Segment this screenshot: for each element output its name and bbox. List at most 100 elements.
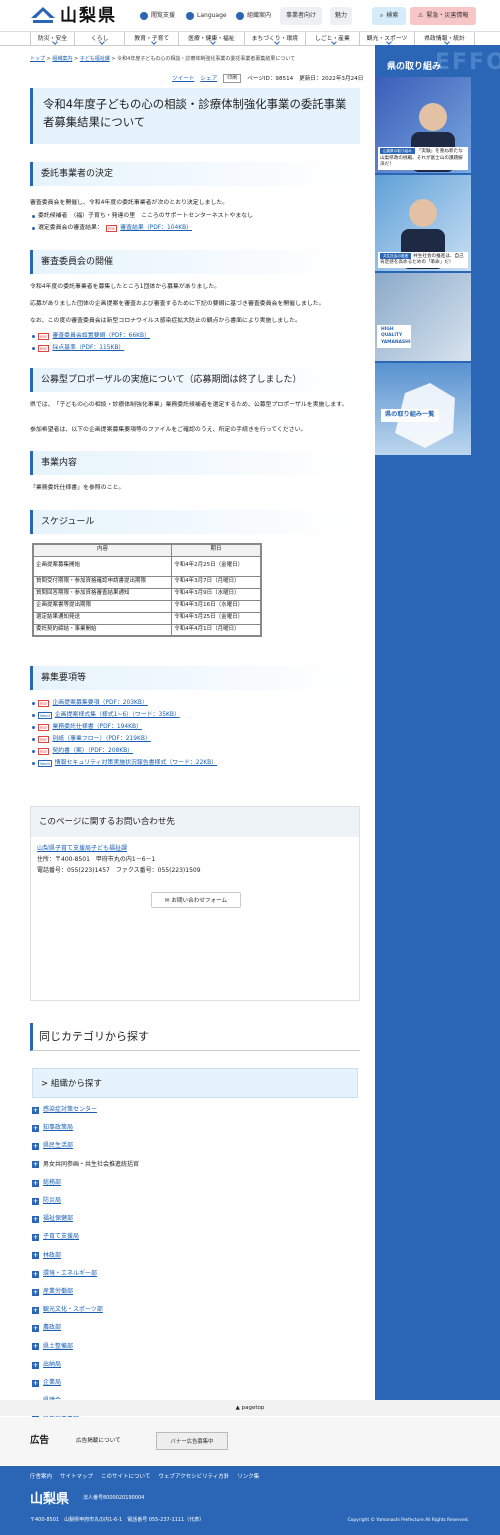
expand-icon[interactable]: + [32,1216,39,1224]
banner-ad-button[interactable]: バナー広告募集中 [156,1432,228,1450]
nav-item[interactable]: 観光・スポーツ [358,32,414,45]
org-link[interactable]: 感染症対策センター [43,1106,97,1115]
footer-link[interactable]: サイトマップ [60,1474,93,1482]
result-pdf-link[interactable]: 審査結果（PDF：104KB） [120,224,192,233]
expand-icon[interactable]: + [32,1270,39,1278]
table-cell: 令和4年3月25日（金曜日） [171,611,262,625]
search-button[interactable]: ⌕ 検索 [372,7,407,25]
expand-icon[interactable]: + [32,1325,39,1333]
nav-item[interactable]: 県政情報・統計 [414,32,475,45]
org-list-item[interactable]: + 企業局 [32,1379,61,1388]
org-link[interactable]: 県土整備部 [43,1343,73,1352]
org-list-item[interactable]: + 福祉保健部 [32,1215,73,1224]
org-list-item[interactable]: + 男女共同参画・共生社会推進統括官 [32,1161,139,1170]
document-link[interactable]: 契約書（案）（PDF：208KB） [52,747,133,756]
org-link[interactable]: 企業局 [43,1379,61,1388]
org-link[interactable]: 総務部 [43,1179,61,1188]
org-link[interactable]: 産業労働部 [43,1288,73,1297]
org-list-item[interactable]: + 知事政策局 [32,1124,73,1133]
org-link[interactable]: 防災局 [43,1197,61,1206]
document-link[interactable]: 情報セキュリティ対策実施状況報告書様式（ワード：22KB） [55,759,217,768]
charm-link[interactable]: 魅力 [330,7,353,25]
bullet-icon [32,226,35,230]
expand-icon[interactable]: + [32,1106,39,1114]
expand-icon[interactable]: + [32,1288,39,1296]
nav-item[interactable]: くらし [74,32,124,45]
org-list-item[interactable]: + 感染症対策センター [32,1106,97,1115]
expand-icon[interactable]: + [32,1179,39,1187]
browsing-support-link[interactable]: 閲覧支援 [140,8,175,24]
org-link[interactable]: 出納局 [43,1361,61,1370]
org-list-item[interactable]: + 林政部 [32,1252,61,1261]
org-list-item[interactable]: + 県土整備部 [32,1343,73,1352]
pagetop-button[interactable]: ▲ pagetop [0,1400,500,1416]
contact-form-button[interactable]: ✉ お問い合わせフォーム [151,892,241,908]
org-link[interactable]: 環境・エネルギー部 [43,1270,97,1279]
expand-icon[interactable]: + [32,1143,39,1151]
language-link[interactable]: Language [186,8,227,24]
org-search-heading[interactable]: > 組織から探す [32,1068,358,1098]
org-link[interactable]: 知事政策局 [43,1124,73,1133]
nav-item[interactable]: 教育・子育て [124,32,178,45]
sidebar-banner[interactable]: 共生社会の推進 共生社会の推進は、自己肯定感を高めるための「革命」だ！ [375,175,471,271]
breadcrumb-dept[interactable]: 子ども福祉課 [80,56,110,62]
nav-item[interactable]: 防災・安全 [30,32,74,45]
org-link[interactable]: 農政部 [43,1324,61,1333]
breadcrumb-top[interactable]: トップ [30,56,45,62]
expand-icon[interactable]: + [32,1161,39,1169]
org-list-item[interactable]: + 環境・エネルギー部 [32,1270,97,1279]
document-link[interactable]: 業務委託仕様書（PDF：194KB） [52,723,142,732]
footer-link[interactable]: このサイトについて [101,1474,150,1482]
org-list-item[interactable]: + 観光文化・スポーツ部 [32,1306,103,1315]
document-link[interactable]: 企画提案募集要項（PDF：203KB） [52,699,147,708]
footer-link[interactable]: ウェブアクセシビリティ方針 [158,1474,229,1482]
business-link[interactable]: 事業者向け [280,7,323,25]
org-list-item[interactable]: + 総務部 [32,1179,61,1188]
ad-about-link[interactable]: 広告掲載について [76,1437,121,1445]
org-link[interactable]: 子育て支援局 [43,1233,79,1242]
prefecture-logo[interactable] [30,6,56,26]
expand-icon[interactable]: + [32,1379,39,1387]
org-list-item[interactable]: + 子育て支援局 [32,1233,79,1242]
share-link[interactable]: シェア [200,75,217,83]
footer-link[interactable]: リンク集 [237,1474,259,1482]
org-link[interactable]: 男女共同参画・共生社会推進統括官 [43,1161,139,1170]
site-name[interactable]: 山梨県 [60,4,117,29]
table-row: 質問受付期限・参加資格確認申請書提出期限 令和4年3月7日（月曜日） [32,575,262,589]
document-link[interactable]: 別紙（事業フロー）（PDF：219KB） [52,735,150,744]
expand-icon[interactable]: + [32,1361,39,1369]
nav-item[interactable]: しごと・産業 [304,32,359,45]
document-link[interactable]: 採点基準（PDF：115KB） [52,344,124,353]
org-link[interactable]: 観光文化・スポーツ部 [43,1306,103,1315]
org-list-item[interactable]: + 出納局 [32,1361,61,1370]
expand-icon[interactable]: + [32,1343,39,1351]
expand-icon[interactable]: + [32,1125,39,1133]
sidebar-banner[interactable]: 県の取り組み一覧 [375,363,471,455]
expand-icon[interactable]: + [32,1252,39,1260]
sidebar-banner[interactable]: 山梨県の取り組み 「実験」を重ね新たな山梨県政の挑戦、それが富士山の課題解決だ！ [375,77,471,173]
org-guide-link[interactable]: 組織案内 [236,8,271,24]
expand-icon[interactable]: + [32,1307,39,1315]
breadcrumb-org[interactable]: 組織案内 [52,56,72,62]
document-link[interactable]: 企画提案様式集（様式1~6）（ワード：35KB） [55,711,180,720]
org-list-item[interactable]: + 県民生活部 [32,1142,73,1151]
pdf-icon: PDF [105,224,118,232]
org-list-item[interactable]: + 産業労働部 [32,1288,73,1297]
org-list-item[interactable]: + 農政部 [32,1324,61,1333]
nav-item[interactable]: まちづくり・環境 [243,32,305,45]
expand-icon[interactable]: + [32,1234,39,1242]
emergency-button[interactable]: ⚠ 緊急・災害情報 [410,7,477,25]
nav-item[interactable]: 医療・健康・福祉 [178,32,243,45]
document-link[interactable]: 審査委員会設置要綱（PDF：66KB） [52,332,150,341]
schedule-table: 内容 期日 企画提案募集開始 令和4年2月25日（金曜日） 質問受付期限・参加資格確… [32,543,262,637]
print-button[interactable]: 印刷 [223,74,242,84]
tweet-link[interactable]: ツイート [172,75,194,83]
org-list-item[interactable]: + 防災局 [32,1197,61,1206]
expand-icon[interactable]: + [32,1197,39,1205]
contact-dept-link[interactable]: 山梨県子育て支援局子ども福祉課 [37,845,127,854]
footer-link[interactable]: 庁舎案内 [30,1474,52,1482]
org-link[interactable]: 福祉保健部 [43,1215,73,1224]
sidebar-banner[interactable]: HIGH QUALITY YAMANASHI [375,273,471,361]
org-link[interactable]: 県民生活部 [43,1142,73,1151]
org-link[interactable]: 林政部 [43,1252,61,1261]
